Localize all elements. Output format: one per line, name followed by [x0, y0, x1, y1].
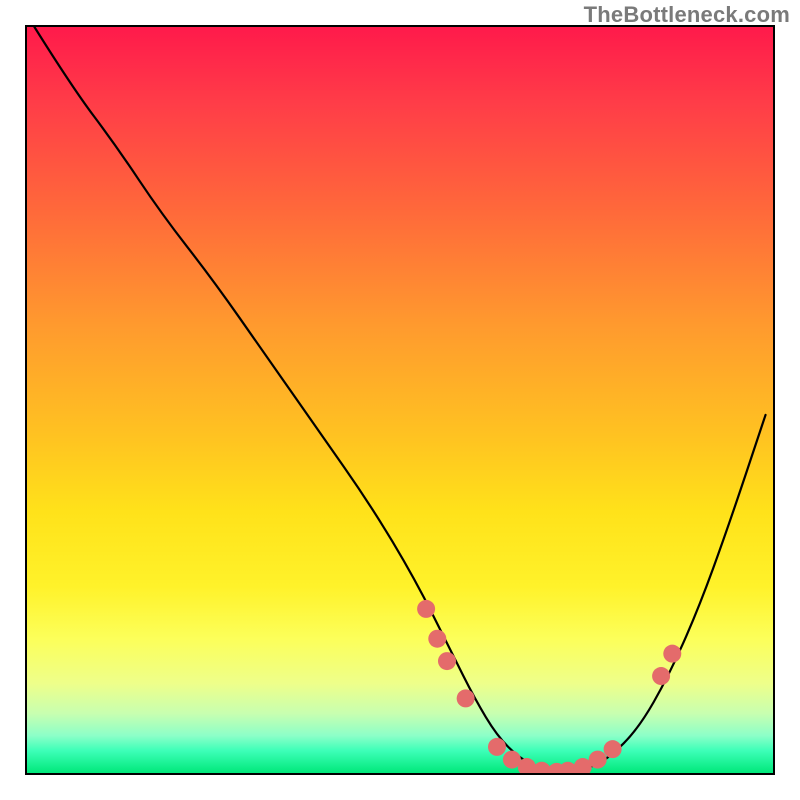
- curve-marker: [663, 645, 681, 663]
- chart-frame: [25, 25, 775, 775]
- curve-marker: [604, 740, 622, 758]
- curve-markers: [417, 600, 681, 773]
- curve-layer: [27, 27, 773, 773]
- chart-stage: TheBottleneck.com: [0, 0, 800, 800]
- curve-marker: [428, 630, 446, 648]
- bottleneck-curve: [34, 27, 765, 772]
- curve-marker: [438, 652, 456, 670]
- curve-marker: [488, 738, 506, 756]
- curve-marker: [457, 689, 475, 707]
- curve-marker: [417, 600, 435, 618]
- curve-marker: [652, 667, 670, 685]
- curve-marker: [589, 751, 607, 769]
